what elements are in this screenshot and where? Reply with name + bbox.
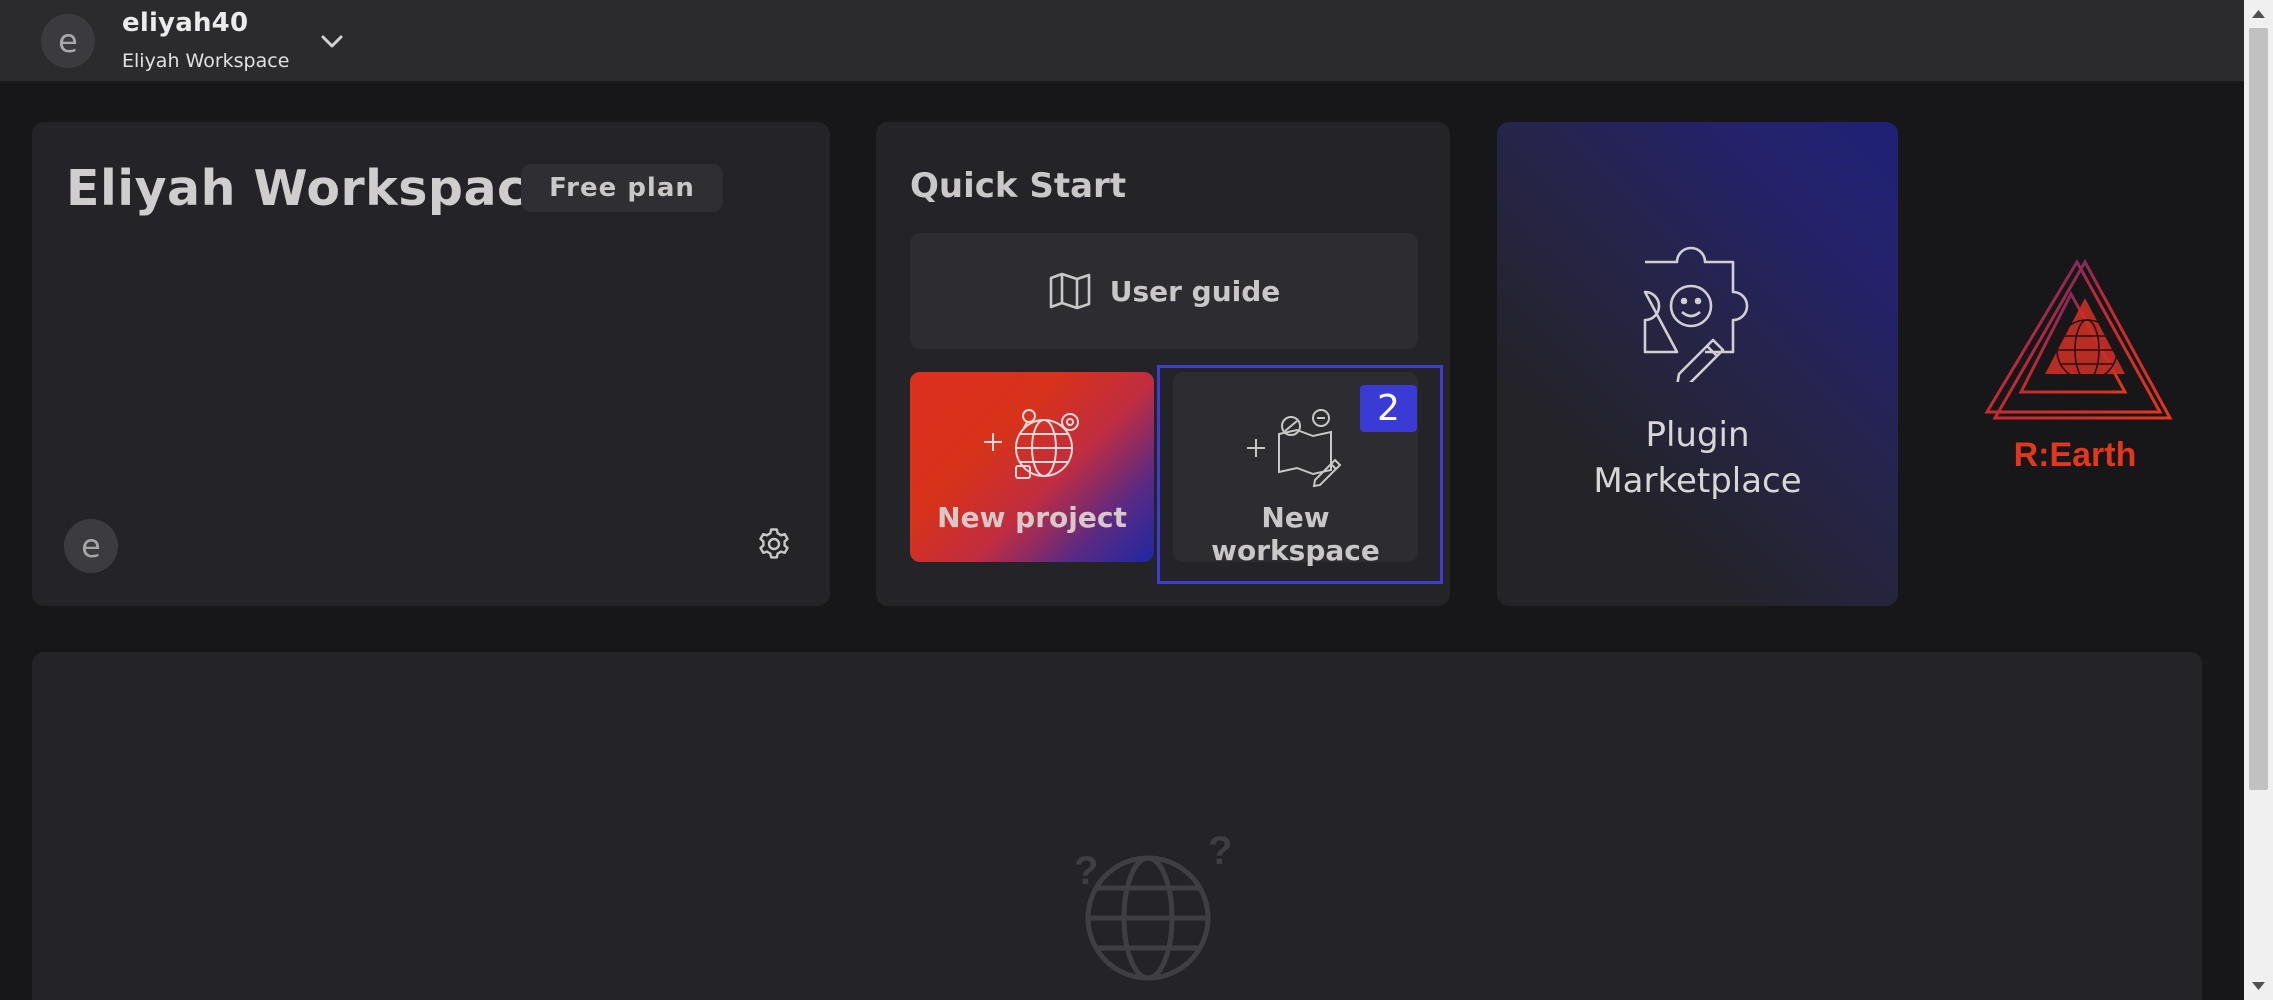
plugin-marketplace-line1: Plugin (1645, 415, 1750, 455)
gear-icon[interactable] (754, 524, 794, 564)
new-project-button[interactable]: New project (910, 372, 1154, 562)
reearth-logo: R:Earth (1984, 258, 2173, 474)
empty-globe-question-icon: ? ? (1074, 829, 1232, 981)
map-icon (1049, 272, 1091, 310)
new-project-globe-icon (984, 409, 1079, 479)
user-guide-button[interactable]: User guide (910, 233, 1418, 349)
user-avatar[interactable]: e (41, 14, 95, 68)
scrollbar-thumb[interactable] (2249, 28, 2268, 790)
projects-area: ? ? (32, 652, 2202, 1000)
svg-text:?: ? (1208, 829, 1232, 873)
plugin-marketplace-line2: Marketplace (1593, 461, 1802, 501)
scrollbar[interactable] (2244, 0, 2273, 1000)
scroll-up-arrow-icon[interactable] (2244, 6, 2273, 22)
plugin-marketplace-card[interactable]: Plugin Marketplace (1497, 122, 1898, 606)
quick-start-card: Quick Start User guide New project New w… (876, 122, 1450, 606)
new-workspace-label: New workspace (1211, 501, 1380, 567)
svg-text:?: ? (1074, 849, 1098, 893)
top-bar: e eliyah40 Eliyah Workspace (0, 0, 2244, 82)
annotation-badge: 2 (1360, 385, 1417, 432)
new-project-label: New project (937, 501, 1127, 534)
new-workspace-icon (1247, 409, 1342, 488)
plan-badge: Free plan (521, 164, 723, 212)
member-avatar: e (64, 519, 118, 573)
workspace-title: Eliyah Workspace (66, 160, 561, 217)
user-guide-label: User guide (1109, 274, 1281, 308)
chevron-down-icon[interactable] (316, 26, 348, 58)
puzzle-piece-icon (1643, 246, 1749, 382)
quick-start-title: Quick Start (910, 166, 1127, 206)
plugin-marketplace-label: Plugin Marketplace (1497, 412, 1898, 504)
workspace-card: Eliyah Workspace Free plan e (32, 122, 830, 606)
scroll-down-arrow-icon[interactable] (2244, 978, 2273, 994)
reearth-logo-text: R:Earth (2014, 436, 2137, 474)
username[interactable]: eliyah40 (122, 8, 248, 38)
current-workspace-name[interactable]: Eliyah Workspace (122, 50, 289, 72)
